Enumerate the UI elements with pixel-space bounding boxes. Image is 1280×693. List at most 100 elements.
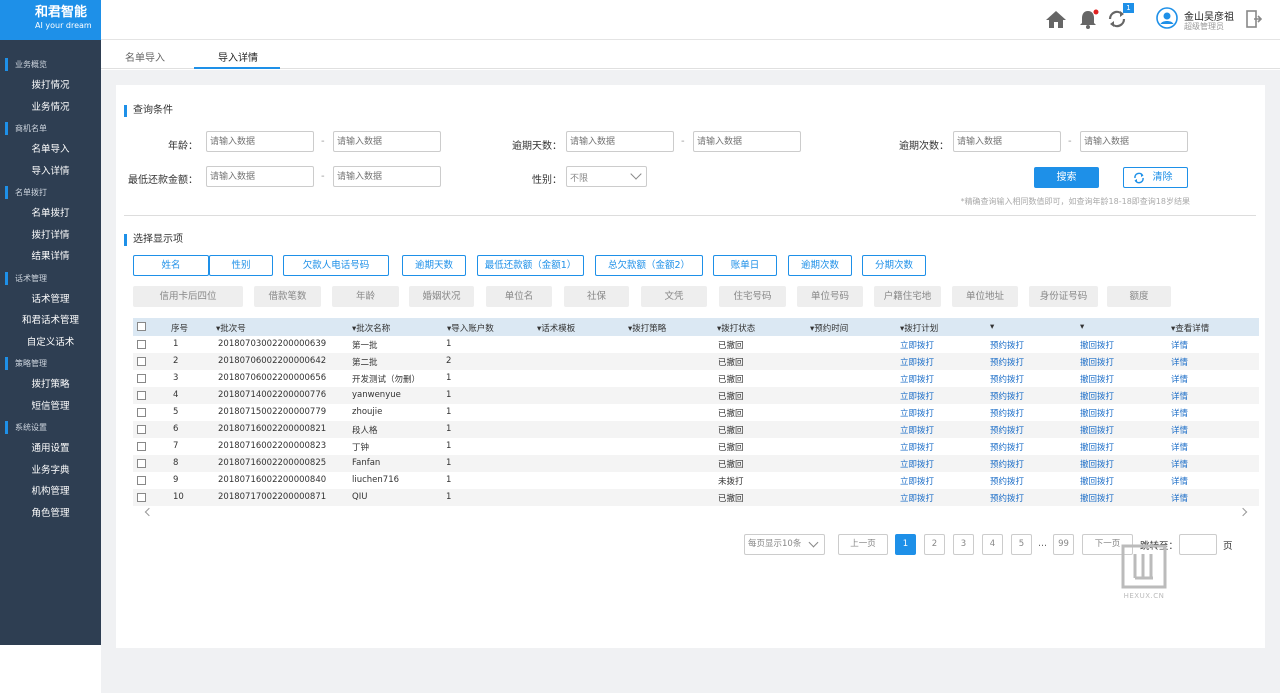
row-action-schedule[interactable]: 预约拨打	[990, 356, 1024, 368]
row-checkbox[interactable]	[137, 374, 146, 383]
home-icon[interactable]	[1045, 9, 1067, 29]
sidebar-item[interactable]: 导入详情	[0, 161, 101, 183]
jump-page-input[interactable]	[1179, 534, 1217, 555]
row-checkbox[interactable]	[137, 493, 146, 502]
clear-button[interactable]: 清除	[1123, 167, 1188, 188]
row-action-schedule[interactable]: 预约拨打	[990, 458, 1024, 470]
display-option-selected[interactable]: 账单日	[713, 255, 777, 276]
row-action-detail[interactable]: 详情	[1171, 492, 1188, 504]
age-max-input[interactable]	[333, 131, 441, 152]
sidebar-item[interactable]: 机构管理	[0, 481, 101, 503]
column-header[interactable]: ▾	[990, 322, 994, 332]
row-action-revoke[interactable]: 撤回拨打	[1080, 492, 1114, 504]
display-option-unselected[interactable]: 婚姻状况	[409, 286, 474, 307]
page-number-button[interactable]: 5	[1011, 534, 1032, 555]
sidebar-item[interactable]: 通用设置	[0, 438, 101, 460]
row-action-schedule[interactable]: 预约拨打	[990, 492, 1024, 504]
sidebar-item[interactable]: 拨打策略	[0, 374, 101, 396]
row-checkbox[interactable]	[137, 442, 146, 451]
row-action-dial-now[interactable]: 立即拨打	[900, 441, 934, 453]
display-option-selected[interactable]: 最低还款额（金额1）	[477, 255, 584, 276]
sidebar-item[interactable]: 角色管理	[0, 503, 101, 525]
row-action-schedule[interactable]: 预约拨打	[990, 424, 1024, 436]
row-action-revoke[interactable]: 撤回拨打	[1080, 373, 1114, 385]
sidebar-item[interactable]: 业务情况	[0, 97, 101, 119]
row-action-dial-now[interactable]: 立即拨打	[900, 356, 934, 368]
display-option-selected[interactable]: 逾期次数	[788, 255, 852, 276]
column-header[interactable]: ▾拨打状态	[717, 322, 755, 334]
logout-icon[interactable]	[1246, 9, 1262, 29]
overdue-days-min-input[interactable]	[566, 131, 674, 152]
column-header[interactable]: ▾拨打计划	[900, 322, 938, 334]
row-action-revoke[interactable]: 撤回拨打	[1080, 356, 1114, 368]
row-action-revoke[interactable]: 撤回拨打	[1080, 475, 1114, 487]
row-checkbox[interactable]	[137, 357, 146, 366]
row-action-schedule[interactable]: 预约拨打	[990, 373, 1024, 385]
column-header[interactable]: ▾预约时间	[810, 322, 848, 334]
display-option-unselected[interactable]: 户籍住宅地	[874, 286, 941, 307]
display-option-unselected[interactable]: 借款笔数	[254, 286, 321, 307]
display-option-unselected[interactable]: 年龄	[332, 286, 399, 307]
display-option-unselected[interactable]: 额度	[1107, 286, 1171, 307]
display-option-unselected[interactable]: 单位号码	[797, 286, 863, 307]
display-option-unselected[interactable]: 文凭	[641, 286, 707, 307]
overdue-times-min-input[interactable]	[953, 131, 1061, 152]
row-action-dial-now[interactable]: 立即拨打	[900, 424, 934, 436]
column-header[interactable]: ▾查看详情	[1171, 322, 1209, 334]
row-action-dial-now[interactable]: 立即拨打	[900, 373, 934, 385]
age-min-input[interactable]	[206, 131, 314, 152]
display-option-selected[interactable]: 姓名	[133, 255, 209, 276]
sidebar-item[interactable]: 结果详情	[0, 246, 101, 268]
row-action-revoke[interactable]: 撤回拨打	[1080, 339, 1114, 351]
display-option-selected[interactable]: 逾期天数	[402, 255, 466, 276]
row-action-detail[interactable]: 详情	[1171, 441, 1188, 453]
row-checkbox[interactable]	[137, 340, 146, 349]
row-action-detail[interactable]: 详情	[1171, 390, 1188, 402]
column-header[interactable]: ▾拨打策略	[628, 322, 666, 334]
sidebar-item[interactable]: 拨打情况	[0, 75, 101, 97]
sidebar-item[interactable]: 话术管理	[0, 289, 101, 311]
display-option-unselected[interactable]: 单位名	[486, 286, 552, 307]
row-action-detail[interactable]: 详情	[1171, 407, 1188, 419]
display-option-selected[interactable]: 性别	[209, 255, 273, 276]
row-action-revoke[interactable]: 撤回拨打	[1080, 424, 1114, 436]
row-action-revoke[interactable]: 撤回拨打	[1080, 458, 1114, 470]
row-action-detail[interactable]: 详情	[1171, 339, 1188, 351]
sidebar-item[interactable]: 名单拨打	[0, 203, 101, 225]
row-checkbox[interactable]	[137, 459, 146, 468]
page-number-button[interactable]: 1	[895, 534, 916, 555]
page-size-select[interactable]: 每页显示10条	[744, 534, 825, 555]
row-action-schedule[interactable]: 预约拨打	[990, 407, 1024, 419]
display-option-selected[interactable]: 总欠款额（金额2）	[595, 255, 703, 276]
column-header[interactable]: 序号	[171, 322, 188, 334]
display-option-unselected[interactable]: 单位地址	[952, 286, 1018, 307]
select-all-checkbox[interactable]	[137, 322, 146, 331]
row-action-revoke[interactable]: 撤回拨打	[1080, 390, 1114, 402]
tab-list-import[interactable]: 名单导入	[125, 49, 165, 64]
row-checkbox[interactable]	[137, 476, 146, 485]
column-header[interactable]: ▾	[1080, 322, 1084, 332]
sidebar-item[interactable]: 名单导入	[0, 139, 101, 161]
min-repay-min-input[interactable]	[206, 166, 314, 187]
scroll-right-icon[interactable]	[1238, 507, 1248, 517]
tab-import-detail[interactable]: 导入详情	[218, 49, 258, 64]
row-action-schedule[interactable]: 预约拨打	[990, 390, 1024, 402]
row-action-detail[interactable]: 详情	[1171, 475, 1188, 487]
row-action-schedule[interactable]: 预约拨打	[990, 475, 1024, 487]
page-number-button[interactable]: 3	[953, 534, 974, 555]
row-action-revoke[interactable]: 撤回拨打	[1080, 441, 1114, 453]
row-action-detail[interactable]: 详情	[1171, 373, 1188, 385]
display-option-unselected[interactable]: 社保	[564, 286, 629, 307]
column-header[interactable]: ▾话术模板	[537, 322, 575, 334]
row-action-schedule[interactable]: 预约拨打	[990, 339, 1024, 351]
sidebar-item[interactable]: 和君话术管理	[0, 310, 101, 332]
sidebar-item[interactable]: 自定义话术	[0, 332, 101, 354]
row-checkbox[interactable]	[137, 425, 146, 434]
horizontal-scrollbar[interactable]	[133, 506, 1259, 520]
search-button[interactable]: 搜索	[1034, 167, 1099, 188]
row-action-dial-now[interactable]: 立即拨打	[900, 492, 934, 504]
row-action-detail[interactable]: 详情	[1171, 458, 1188, 470]
display-option-selected[interactable]: 分期次数	[862, 255, 926, 276]
display-option-selected[interactable]: 欠款人电话号码	[283, 255, 389, 276]
sidebar-item[interactable]: 短信管理	[0, 396, 101, 418]
